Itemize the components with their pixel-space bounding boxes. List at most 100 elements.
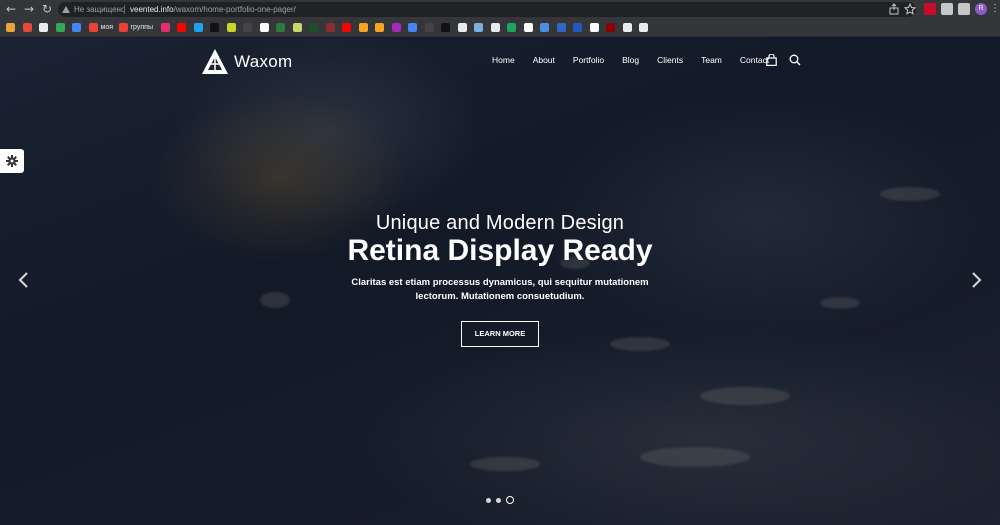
warning-icon [62,6,70,13]
adblock-plus-icon[interactable] [924,3,936,15]
bookmark-favicon-icon [160,22,170,32]
profile-avatar[interactable]: R [975,3,987,15]
bookmark-favicon-icon [292,22,302,32]
slider-pagination [486,496,514,504]
bookmark-favicon-icon [490,22,500,32]
bookmark-item[interactable] [342,21,351,33]
gear-icon [6,155,18,167]
bookmark-favicon-icon [210,22,219,32]
bookmark-item[interactable] [160,21,170,33]
bookmark-item[interactable] [210,21,219,33]
bookmark-favicon-icon [424,22,434,32]
bookmark-item[interactable] [292,21,302,33]
bookmark-item[interactable] [474,21,483,33]
bookmark-item[interactable] [490,21,500,33]
bookmark-item[interactable] [193,21,203,33]
back-arrow-icon[interactable]: ← [4,2,18,16]
bookmark-favicon-icon [22,22,32,32]
url-path: /waxom/home-portfolio-one-pager/ [173,5,296,14]
nav-home[interactable]: Home [492,55,515,65]
share-icon[interactable] [888,3,900,15]
bookmark-item[interactable] [639,21,648,33]
bookmark-item[interactable]: моя [88,21,113,33]
bookmark-favicon-icon [88,22,98,32]
bookmark-item[interactable] [22,21,32,33]
bookmark-favicon-icon [589,22,599,32]
slider-prev-arrow-icon[interactable] [14,270,34,290]
nav-blog[interactable]: Blog [622,55,639,65]
brand-name: Waxom [234,51,293,71]
site-logo[interactable]: Waxom [201,48,293,75]
bookmark-item[interactable] [523,21,533,33]
waxom-logo-icon [202,49,228,74]
bookmark-item[interactable]: группы [118,21,153,33]
slider-dot-1[interactable] [486,497,491,503]
nav-about[interactable]: About [533,55,555,65]
bookmark-favicon-icon [243,22,252,32]
hero-title: Retina Display Ready [347,234,653,267]
bookmark-item[interactable] [606,21,615,33]
bookmark-item[interactable] [39,21,48,33]
bookmark-item[interactable] [309,21,318,33]
nav-portfolio[interactable]: Portfolio [573,55,604,65]
bookmark-item[interactable] [424,21,434,33]
bookmark-favicon-icon [55,22,65,32]
nav-clients[interactable]: Clients [657,55,683,65]
bookmark-item[interactable] [6,21,15,33]
bookmark-favicon-icon [309,22,318,32]
water-texture [470,457,540,471]
bookmark-item[interactable] [325,21,335,33]
security-label: Не защищено [74,5,126,14]
settings-panel-toggle[interactable] [0,149,24,173]
bookmark-item[interactable] [589,21,599,33]
bookmark-item[interactable] [358,21,368,33]
bookmark-item[interactable] [391,21,401,33]
nav-contact[interactable]: Contact [740,55,769,65]
bookmark-favicon-icon [226,22,236,32]
bookmark-item[interactable] [540,21,549,33]
bookmark-item[interactable] [177,21,186,33]
bookmark-favicon-icon [507,22,516,32]
slider-dot-3[interactable] [506,496,514,504]
bookmark-item[interactable] [243,21,252,33]
bookmark-item[interactable] [507,21,516,33]
bookmark-item[interactable] [259,21,269,33]
forward-arrow-icon[interactable]: → [22,2,36,16]
bookmark-favicon-icon [622,22,632,32]
bookmark-item[interactable] [622,21,632,33]
bookmark-item[interactable] [276,21,285,33]
slider-dot-2[interactable] [496,497,501,503]
bookmark-item[interactable] [408,21,417,33]
water-texture [610,337,670,351]
star-bookmark-icon[interactable] [904,3,916,15]
shopping-bag-icon[interactable] [766,54,777,66]
bookmark-favicon-icon [358,22,368,32]
bookmark-favicon-icon [118,22,128,32]
url-text[interactable]: veented.info/waxom/home-portfolio-one-pa… [130,2,296,17]
learn-more-button[interactable]: LEARN MORE [461,321,539,347]
bookmark-item[interactable] [55,21,65,33]
bookmark-item[interactable] [457,21,467,33]
sidepanel-icon[interactable] [958,3,970,15]
slider-next-arrow-icon[interactable] [966,270,986,290]
nav-team[interactable]: Team [701,55,722,65]
security-indicator[interactable]: Не защищено [62,2,125,17]
extensions-puzzle-icon[interactable] [941,3,953,15]
bookmark-favicon-icon [6,22,15,32]
search-icon[interactable] [789,54,801,66]
reload-icon[interactable]: ↻ [40,2,54,16]
bookmark-favicon-icon [39,22,48,32]
bookmark-favicon-icon [523,22,533,32]
water-texture [820,297,860,309]
bookmark-item[interactable] [72,21,81,33]
water-texture [640,447,750,467]
kebab-menu-icon[interactable]: ⋮ [990,2,1000,16]
water-texture [260,292,290,308]
bookmark-item[interactable] [573,21,582,33]
water-texture [700,387,790,405]
bookmark-item[interactable] [226,21,236,33]
bookmark-item[interactable] [556,21,566,33]
bookmark-item[interactable] [441,21,450,33]
url-separator [124,5,125,14]
bookmark-item[interactable] [375,21,384,33]
